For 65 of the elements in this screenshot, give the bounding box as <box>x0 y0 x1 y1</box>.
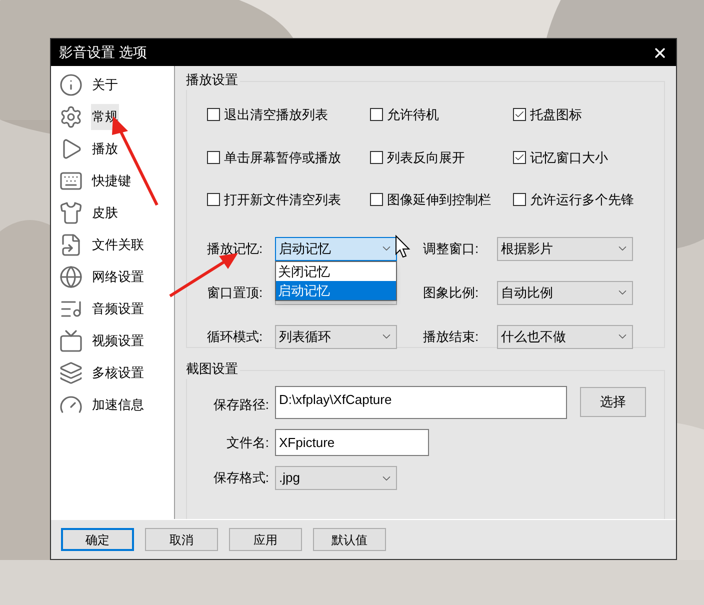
dropdown[interactable]: 启动记忆 <box>275 236 397 260</box>
sidebar-item[interactable]: 播放 <box>91 136 119 162</box>
tv-icon <box>59 329 83 353</box>
field-label: 播放结束: <box>423 328 480 346</box>
sidebar-item[interactable]: 音频设置 <box>91 296 145 322</box>
field-label: 文件名: <box>225 434 269 452</box>
checkbox[interactable] <box>513 193 526 206</box>
globe-icon <box>59 265 83 289</box>
checkbox[interactable] <box>207 193 220 206</box>
dropdown-option[interactable]: 启动记忆 <box>276 280 396 300</box>
sidebar-item[interactable]: 加速信息 <box>91 392 145 418</box>
sidebar-item[interactable]: 视频设置 <box>91 328 145 354</box>
dropdown[interactable]: 列表循环 <box>275 324 397 348</box>
sidebar-item[interactable]: 多核设置 <box>91 360 145 386</box>
file-icon <box>59 233 83 257</box>
checkbox[interactable] <box>370 108 383 122</box>
checkbox-label: 托盘图标 <box>530 106 582 124</box>
dropdown[interactable]: 自动比例 <box>497 280 633 304</box>
sidebar-item[interactable]: 快捷键 <box>91 168 132 194</box>
field-label: 循环模式: <box>207 328 264 346</box>
group-title: 播放设置 <box>186 70 240 90</box>
field-label: 保存路径: <box>212 396 269 414</box>
keyboard-icon <box>59 169 83 193</box>
info-icon <box>59 73 83 97</box>
filename-field[interactable]: XFpicture <box>275 429 429 456</box>
checkbox-label: 单击屏幕暂停或播放 <box>224 148 341 166</box>
window-title: 影音设置 选项 <box>59 43 147 62</box>
checkbox[interactable] <box>207 150 220 164</box>
checkbox-label: 记忆窗口大小 <box>530 148 608 166</box>
sidebar-item[interactable]: 网络设置 <box>91 264 145 290</box>
settings-icon <box>59 105 83 129</box>
dropdown[interactable]: .jpg <box>275 466 397 490</box>
checkbox-label: 列表反向展开 <box>387 148 465 166</box>
check-icon <box>514 152 525 163</box>
dropdown-option[interactable]: 关闭记忆 <box>276 262 396 280</box>
dialog-button[interactable]: 应用 <box>229 528 302 551</box>
checkbox[interactable] <box>513 108 526 122</box>
dialog-button[interactable]: 默认值 <box>313 528 386 551</box>
field-label: 调整窗口: <box>423 240 480 258</box>
checkbox-label: 退出清空播放列表 <box>224 106 328 124</box>
cursor-icon <box>396 234 410 258</box>
checkbox[interactable] <box>370 150 383 164</box>
shirt-icon <box>59 201 83 225</box>
sidebar-item[interactable]: 皮肤 <box>91 200 119 226</box>
dialog-button[interactable]: 取消 <box>145 528 218 551</box>
sidebar-item[interactable]: 关于 <box>91 72 119 98</box>
checkbox-label: 允许待机 <box>387 106 439 124</box>
layers-icon <box>59 361 83 385</box>
choose-button[interactable]: 选择 <box>580 387 646 417</box>
checkbox-label: 打开新文件清空列表 <box>224 191 341 209</box>
dropdown[interactable]: 什么也不做 <box>497 324 633 348</box>
dropdown[interactable]: 根据影片 <box>497 236 633 260</box>
checkbox[interactable] <box>207 108 220 122</box>
group-title: 截图设置 <box>186 359 240 378</box>
checkbox[interactable] <box>370 193 383 206</box>
field-label: 保存格式: <box>212 469 269 488</box>
field-label: 播放记忆: <box>207 240 264 258</box>
checkbox-label: 允许运行多个先锋 <box>530 191 634 209</box>
field-label: 窗口置顶: <box>207 284 264 302</box>
checkbox[interactable] <box>513 150 526 164</box>
dialog-button[interactable]: 确定 <box>61 528 134 551</box>
field-label: 图象比例: <box>423 284 480 302</box>
path-field[interactable]: D:\xfplay\XfCapture <box>275 386 567 419</box>
sidebar-item[interactable]: 文件关联 <box>91 232 145 258</box>
checkbox-label: 图像延伸到控制栏 <box>387 191 491 209</box>
